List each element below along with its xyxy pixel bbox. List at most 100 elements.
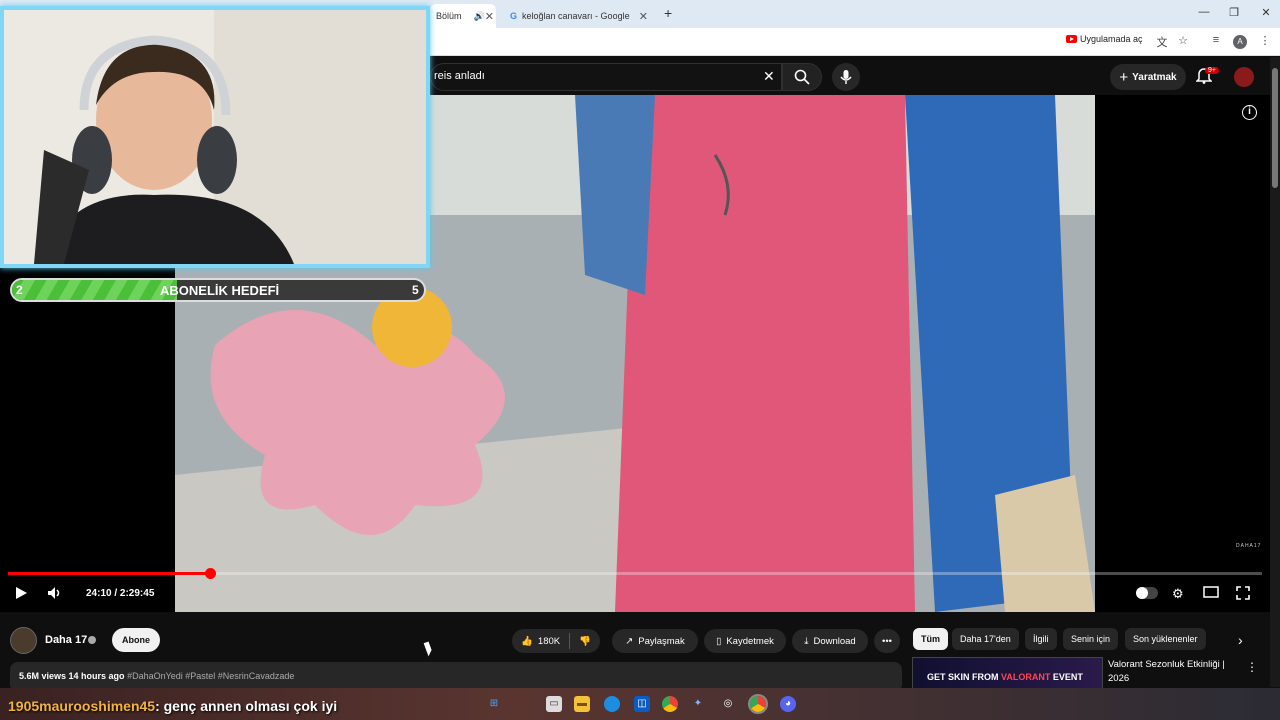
profile-avatar[interactable]: A (1233, 35, 1247, 49)
obs-icon[interactable]: ◎ (720, 696, 736, 712)
tab-audio-icon[interactable]: 🔊 (474, 11, 485, 22)
recommended-title[interactable]: Valorant Sezonluk Etkinliği | 2026 (1108, 658, 1236, 686)
goal-progress-fill (12, 280, 177, 300)
bookmark-icon: ▯ (716, 635, 722, 647)
settings-app-icon[interactable]: ✦ (690, 696, 706, 712)
google-favicon-icon: G (510, 11, 518, 21)
hashtags[interactable]: #DahaOnYedi #Pastel #NesrinCavadzade (127, 671, 294, 681)
create-label: Yaratmak (1132, 71, 1177, 83)
tab-video[interactable]: Bölüm 🔊 ✕ (430, 4, 496, 28)
goal-current: 2 (16, 283, 23, 297)
restore-icon[interactable]: ❐ (1224, 6, 1244, 19)
autoplay-toggle-icon (1136, 587, 1158, 599)
theater-mode-icon (1203, 586, 1219, 598)
new-tab-icon[interactable]: + (664, 5, 672, 21)
file-explorer-icon[interactable]: ▬ (574, 696, 590, 712)
autoplay-toggle[interactable] (1136, 587, 1158, 599)
account-avatar[interactable] (1234, 67, 1254, 87)
thumb-suffix: EVENT (1052, 672, 1083, 682)
tab-label: Bölüm (436, 11, 462, 21)
play-button[interactable] (14, 586, 28, 603)
chrome-active-icon[interactable] (748, 694, 768, 714)
share-label: Paylaşmak (638, 635, 685, 647)
download-icon: ⤓ (804, 635, 809, 647)
notification-badge: 9+ (1205, 67, 1219, 74)
view-count-and-date: 5.6M views 14 hours ago (19, 671, 125, 681)
close-window-icon[interactable]: ✕ (1256, 6, 1276, 19)
download-label: Download (813, 635, 856, 647)
thumbs-up-icon: 👍 (521, 635, 533, 647)
search-icon (794, 69, 810, 85)
mouse-cursor-icon (423, 641, 434, 657)
browser-menu-icon[interactable]: ⋮ (1257, 34, 1273, 47)
streamer-webcam-image (4, 10, 426, 264)
tab-close-icon[interactable]: ✕ (485, 10, 494, 23)
translate-icon[interactable]: 文 (1154, 34, 1170, 50)
chips-next-icon[interactable]: › (1238, 632, 1243, 648)
gear-icon: ⚙ (1172, 586, 1184, 601)
save-button[interactable]: ▯ Kaydetmek (704, 629, 786, 653)
windows-start-icon[interactable]: ⊞ (486, 696, 502, 712)
minimize-icon[interactable]: — (1194, 6, 1214, 18)
chip-related[interactable]: İlgili (1025, 628, 1057, 650)
webcam-overlay (0, 6, 430, 268)
chip-for-you[interactable]: Senin için (1063, 628, 1119, 650)
tab-label: keloğlan canavarı - Google Sea (522, 11, 632, 21)
channel-avatar[interactable] (10, 627, 37, 654)
bookmark-star-icon[interactable]: ☆ (1175, 34, 1191, 47)
thumbs-down-icon[interactable]: 👎 (579, 636, 591, 647)
thumb-game: VALORANT (1001, 672, 1051, 682)
chat-message: 1905maurooshimen45: genç annen olması ço… (8, 698, 337, 714)
plus-icon: + (1119, 68, 1129, 86)
fullscreen-icon (1236, 586, 1250, 600)
store-icon[interactable]: ◫ (634, 696, 650, 712)
chip-all[interactable]: Tüm (913, 628, 948, 650)
clear-search-icon[interactable]: ✕ (763, 68, 775, 85)
discord-icon[interactable]: ◕ (780, 696, 796, 712)
tab-close-icon[interactable]: ✕ (639, 10, 648, 23)
recommended-more-icon[interactable]: ⋮ (1246, 660, 1258, 674)
download-button[interactable]: ⤓ Download (792, 629, 868, 653)
goal-title: ABONELİK HEDEFİ (160, 283, 280, 298)
media-controls-icon[interactable]: ≡ (1208, 34, 1224, 46)
like-count: 180K (537, 635, 561, 647)
volume-button[interactable] (47, 586, 63, 603)
more-horiz-icon: ••• (882, 635, 892, 647)
like-button[interactable]: 👍 180K 👎 (512, 629, 600, 653)
share-button[interactable]: ↗ Paylaşmak (612, 629, 698, 653)
scrollbar-thumb[interactable] (1272, 68, 1278, 188)
chat-text: : genç annen olması çok iyi (155, 698, 338, 714)
voice-search-button[interactable] (832, 63, 860, 91)
microphone-icon (840, 69, 852, 84)
open-in-app-button[interactable]: Uygulamada aç (1066, 34, 1143, 44)
chip-recent[interactable]: Son yüklenenler (1125, 628, 1206, 650)
volume-icon (48, 587, 60, 599)
chip-from-channel[interactable]: Daha 17'den (952, 628, 1019, 650)
info-icon[interactable]: i (1242, 105, 1257, 120)
more-actions-button[interactable]: ••• (874, 629, 900, 653)
video-stats: 5.6M views 14 hours ago #DahaOnYedi #Pas… (19, 671, 294, 681)
tab-google[interactable]: G keloğlan canavarı - Google Sea ✕ (504, 4, 654, 28)
progress-played (8, 572, 210, 575)
settings-button[interactable]: ⚙ (1172, 586, 1184, 602)
youtube-logo-icon (1066, 35, 1077, 43)
progress-scrubber[interactable] (205, 568, 216, 579)
thumb-prefix: GET SKIN FROM (927, 672, 999, 682)
channel-watermark: DAHA17 (1236, 543, 1262, 549)
search-button[interactable] (782, 63, 822, 91)
chrome-icon[interactable] (662, 696, 678, 712)
time-display: 24:10 / 2:29:45 (86, 588, 155, 599)
channel-name[interactable]: Daha 17 (45, 634, 87, 646)
save-label: Kaydetmek (726, 635, 774, 647)
task-view-icon[interactable]: ▭ (546, 696, 562, 712)
verified-badge-icon (88, 636, 96, 644)
subscribe-button[interactable]: Abone (112, 628, 160, 652)
share-icon: ↗ (625, 635, 634, 647)
theater-mode-button[interactable] (1203, 586, 1219, 601)
create-button[interactable]: + Yaratmak (1110, 64, 1186, 90)
thumbnail-text: GET SKIN FROM VALORANT EVENT (927, 672, 1083, 682)
edge-icon[interactable] (604, 696, 620, 712)
search-query-text: reis anladı (434, 70, 485, 82)
fullscreen-button[interactable] (1236, 586, 1250, 603)
open-in-app-label: Uygulamada aç (1080, 34, 1143, 44)
